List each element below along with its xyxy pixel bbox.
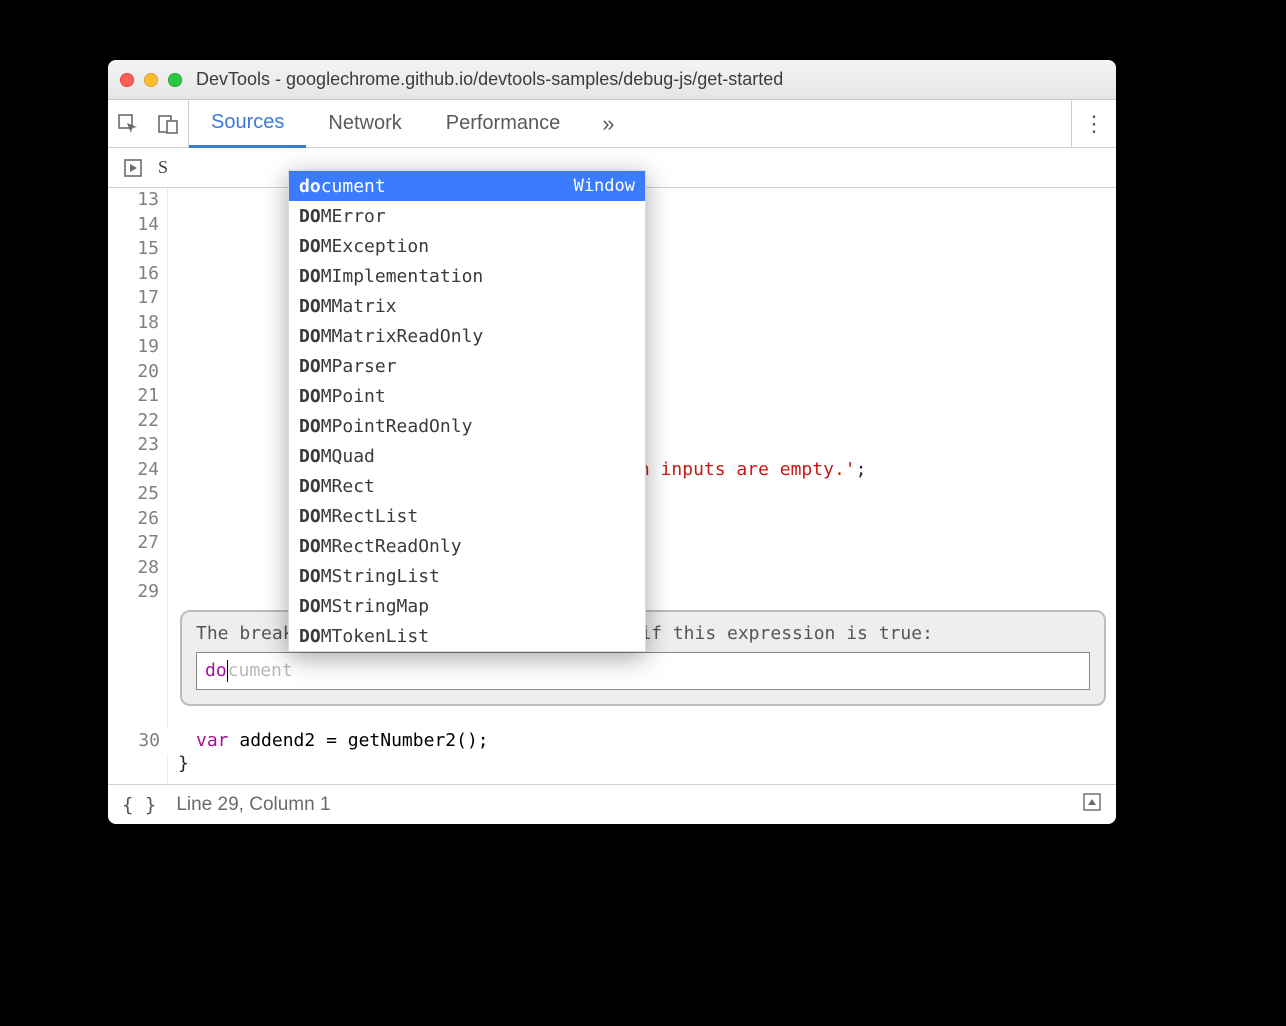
autocomplete-match: DO bbox=[299, 386, 321, 407]
statusbar: { } Line 29, Column 1 bbox=[108, 784, 1116, 824]
autocomplete-rest: MStringMap bbox=[321, 596, 429, 617]
autocomplete-match: DO bbox=[299, 326, 321, 347]
autocomplete-rest: MRect bbox=[321, 476, 375, 497]
line-number[interactable]: 17 bbox=[108, 286, 159, 311]
autocomplete-item[interactable]: DOMImplementation bbox=[289, 261, 645, 291]
tabs-overflow-button[interactable]: » bbox=[582, 111, 634, 137]
window-title: DevTools - googlechrome.github.io/devtoo… bbox=[196, 69, 783, 90]
tab-sources-label: Sources bbox=[211, 111, 284, 134]
autocomplete-rest: MRectList bbox=[321, 506, 419, 527]
autocomplete-rest: MQuad bbox=[321, 446, 375, 467]
line-number[interactable]: 29 bbox=[108, 580, 159, 605]
line-number[interactable]: 30 bbox=[108, 729, 160, 754]
resume-script-icon[interactable] bbox=[118, 153, 148, 183]
line-number[interactable]: 14 bbox=[108, 213, 159, 238]
autocomplete-match: DO bbox=[299, 416, 321, 437]
snippet-indicator: S bbox=[148, 153, 178, 183]
autocomplete-item[interactable]: document Window bbox=[289, 171, 645, 201]
zoom-window-button[interactable] bbox=[168, 73, 182, 87]
devtools-tabbar: Sources Network Performance » ⋮ bbox=[108, 100, 1116, 148]
autocomplete-rest: MParser bbox=[321, 356, 397, 377]
autocomplete-rest: MPoint bbox=[321, 386, 386, 407]
autocomplete-rest: MMatrixReadOnly bbox=[321, 326, 484, 347]
autocomplete-rest: MImplementation bbox=[321, 266, 484, 287]
autocomplete-match: DO bbox=[299, 206, 321, 227]
inspect-element-icon[interactable] bbox=[108, 100, 148, 147]
tab-sources[interactable]: Sources bbox=[189, 101, 306, 148]
autocomplete-match: DO bbox=[299, 236, 321, 257]
autocomplete-item[interactable]: DOMParser bbox=[289, 351, 645, 381]
collapse-panel-icon[interactable] bbox=[1082, 792, 1102, 818]
line-number[interactable]: 28 bbox=[108, 556, 159, 581]
breakpoint-condition-input[interactable]: document bbox=[196, 652, 1090, 690]
tab-network[interactable]: Network bbox=[306, 100, 423, 147]
autocomplete-rest: MTokenList bbox=[321, 626, 429, 647]
line-number[interactable]: 25 bbox=[108, 482, 159, 507]
tab-performance[interactable]: Performance bbox=[424, 100, 583, 147]
autocomplete-match: DO bbox=[299, 296, 321, 317]
autocomplete-item[interactable]: DOMPoint bbox=[289, 381, 645, 411]
autocomplete-match: do bbox=[299, 176, 321, 197]
line-number[interactable]: 21 bbox=[108, 384, 159, 409]
close-window-button[interactable] bbox=[120, 73, 134, 87]
line-number[interactable]: 20 bbox=[108, 360, 159, 385]
line-number[interactable]: 24 bbox=[108, 458, 159, 483]
autocomplete-item[interactable]: DOMTokenList bbox=[289, 621, 645, 651]
autocomplete-match: DO bbox=[299, 596, 321, 617]
autocomplete-match: DO bbox=[299, 446, 321, 467]
autocomplete-match: DO bbox=[299, 266, 321, 287]
autocomplete-rest: MStringList bbox=[321, 566, 440, 587]
autocomplete-item[interactable]: DOMException bbox=[289, 231, 645, 261]
tab-network-label: Network bbox=[328, 112, 401, 135]
autocomplete-rest: MMatrix bbox=[321, 296, 397, 317]
autocomplete-item[interactable]: DOMError bbox=[289, 201, 645, 231]
line-number[interactable]: 22 bbox=[108, 409, 159, 434]
autocomplete-match: DO bbox=[299, 566, 321, 587]
breakpoint-ghost-text: cument bbox=[228, 659, 293, 684]
autocomplete-item[interactable]: DOMQuad bbox=[289, 441, 645, 471]
autocomplete-item[interactable]: DOMStringList bbox=[289, 561, 645, 591]
cursor-position-label: Line 29, Column 1 bbox=[176, 794, 330, 816]
autocomplete-match: DO bbox=[299, 536, 321, 557]
autocomplete-rest: cument bbox=[321, 176, 386, 197]
autocomplete-popup[interactable]: documentWindowDOMErrorDOMExceptionDOMImp… bbox=[288, 170, 646, 652]
traffic-lights bbox=[120, 73, 182, 87]
line-number[interactable]: 19 bbox=[108, 335, 159, 360]
line-number[interactable]: 15 bbox=[108, 237, 159, 262]
breakpoint-typed-text: do bbox=[205, 659, 227, 684]
autocomplete-rest: MException bbox=[321, 236, 429, 257]
autocomplete-match: DO bbox=[299, 476, 321, 497]
device-toggle-icon[interactable] bbox=[148, 100, 188, 147]
settings-menu-icon[interactable]: ⋮ bbox=[1072, 100, 1116, 147]
line-number[interactable]: 13 bbox=[108, 188, 159, 213]
minimize-window-button[interactable] bbox=[144, 73, 158, 87]
line-gutter[interactable]: 13 14 15 16 17 18 19 20 21 22 23 24 25 2… bbox=[108, 188, 168, 784]
autocomplete-item[interactable]: DOMMatrixReadOnly bbox=[289, 321, 645, 351]
autocomplete-type-hint: Window bbox=[574, 176, 635, 196]
autocomplete-match: DO bbox=[299, 626, 321, 647]
pretty-print-icon[interactable]: { } bbox=[122, 794, 156, 816]
code-after-panel: 30 var addend2 = getNumber2(); bbox=[108, 729, 1116, 754]
autocomplete-rest: MPointReadOnly bbox=[321, 416, 473, 437]
autocomplete-item[interactable]: DOMRect bbox=[289, 471, 645, 501]
autocomplete-item[interactable]: DOMMatrix bbox=[289, 291, 645, 321]
autocomplete-match: DO bbox=[299, 356, 321, 377]
autocomplete-item[interactable]: DOMRectList bbox=[289, 501, 645, 531]
line-number[interactable]: 16 bbox=[108, 262, 159, 287]
line-number[interactable]: 23 bbox=[108, 433, 159, 458]
autocomplete-match: DO bbox=[299, 506, 321, 527]
line-number[interactable]: 26 bbox=[108, 507, 159, 532]
autocomplete-item[interactable]: DOMStringMap bbox=[289, 591, 645, 621]
code-text: } bbox=[178, 753, 189, 774]
autocomplete-item[interactable]: DOMRectReadOnly bbox=[289, 531, 645, 561]
line-number[interactable]: 18 bbox=[108, 311, 159, 336]
autocomplete-item[interactable]: DOMPointReadOnly bbox=[289, 411, 645, 441]
tab-performance-label: Performance bbox=[446, 112, 561, 135]
devtools-window: DevTools - googlechrome.github.io/devtoo… bbox=[108, 60, 1116, 824]
titlebar: DevTools - googlechrome.github.io/devtoo… bbox=[108, 60, 1116, 100]
autocomplete-rest: MError bbox=[321, 206, 386, 227]
line-number[interactable]: 27 bbox=[108, 531, 159, 556]
autocomplete-rest: MRectReadOnly bbox=[321, 536, 462, 557]
